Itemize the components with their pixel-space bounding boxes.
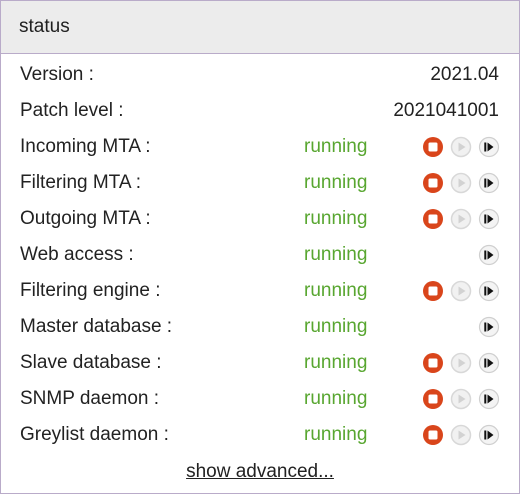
service-status: running (304, 280, 368, 301)
service-label: Incoming MTA : (20, 136, 151, 157)
service-row: SNMP daemon : running (1, 381, 519, 417)
service-controls (422, 172, 500, 194)
panel-title: status (19, 16, 70, 37)
service-status: running (304, 172, 368, 193)
service-row: Slave database : running (1, 345, 519, 381)
stop-icon[interactable] (422, 208, 444, 230)
info-label: Version : (20, 64, 94, 85)
service-row: Greylist daemon : running (1, 417, 519, 453)
stop-icon[interactable] (422, 352, 444, 374)
service-row: Outgoing MTA : running (1, 201, 519, 237)
service-controls (422, 136, 500, 158)
status-rows: Version : 2021.04 Patch level : 20210410… (1, 57, 519, 453)
stop-icon[interactable] (422, 388, 444, 410)
restart-icon[interactable] (478, 244, 500, 266)
stop-icon[interactable] (422, 280, 444, 302)
restart-icon[interactable] (478, 136, 500, 158)
service-controls (422, 424, 500, 446)
stop-icon[interactable] (422, 424, 444, 446)
service-label: Filtering engine : (20, 280, 161, 301)
service-list: Incoming MTA : running Filtering MTA : runn… (1, 129, 519, 453)
restart-icon[interactable] (478, 352, 500, 374)
play-icon (450, 172, 472, 194)
footer: show advanced... (1, 461, 519, 483)
play-icon (450, 280, 472, 302)
service-controls (422, 208, 500, 230)
info-row-version: Version : 2021.04 (1, 57, 519, 93)
service-status: running (304, 208, 368, 229)
stop-icon[interactable] (422, 136, 444, 158)
service-row: Filtering engine : running (1, 273, 519, 309)
play-icon (450, 136, 472, 158)
service-row: Web access : running (1, 237, 519, 273)
service-label: Greylist daemon : (20, 424, 169, 445)
info-label: Patch level : (20, 100, 124, 121)
service-label: Web access : (20, 244, 134, 265)
info-row-patch-level: Patch level : 2021041001 (1, 93, 519, 129)
service-label: SNMP daemon : (20, 388, 160, 409)
restart-icon[interactable] (478, 388, 500, 410)
play-icon (450, 424, 472, 446)
service-status: running (304, 352, 368, 373)
service-status: running (304, 424, 368, 445)
service-controls (422, 244, 500, 266)
service-status: running (304, 244, 368, 265)
play-icon (450, 208, 472, 230)
service-label: Slave database : (20, 352, 162, 373)
restart-icon[interactable] (478, 280, 500, 302)
service-label: Outgoing MTA : (20, 208, 151, 229)
service-controls (422, 352, 500, 374)
restart-icon[interactable] (478, 316, 500, 338)
service-controls (422, 388, 500, 410)
restart-icon[interactable] (478, 424, 500, 446)
restart-icon[interactable] (478, 208, 500, 230)
info-value: 2021.04 (430, 64, 499, 85)
show-advanced-link[interactable]: show advanced... (186, 461, 334, 482)
service-status: running (304, 136, 368, 157)
play-icon (450, 352, 472, 374)
restart-icon[interactable] (478, 172, 500, 194)
service-controls (422, 280, 500, 302)
service-label: Filtering MTA : (20, 172, 142, 193)
info-value: 2021041001 (393, 100, 499, 121)
stop-icon[interactable] (422, 172, 444, 194)
panel-header: status (1, 1, 519, 54)
service-row: Master database : running (1, 309, 519, 345)
service-row: Filtering MTA : running (1, 165, 519, 201)
play-icon (450, 388, 472, 410)
service-status: running (304, 388, 368, 409)
service-row: Incoming MTA : running (1, 129, 519, 165)
status-panel: status Version : 2021.04 Patch level : 2… (0, 0, 520, 494)
service-status: running (304, 316, 368, 337)
service-label: Master database : (20, 316, 173, 337)
service-controls (422, 316, 500, 338)
